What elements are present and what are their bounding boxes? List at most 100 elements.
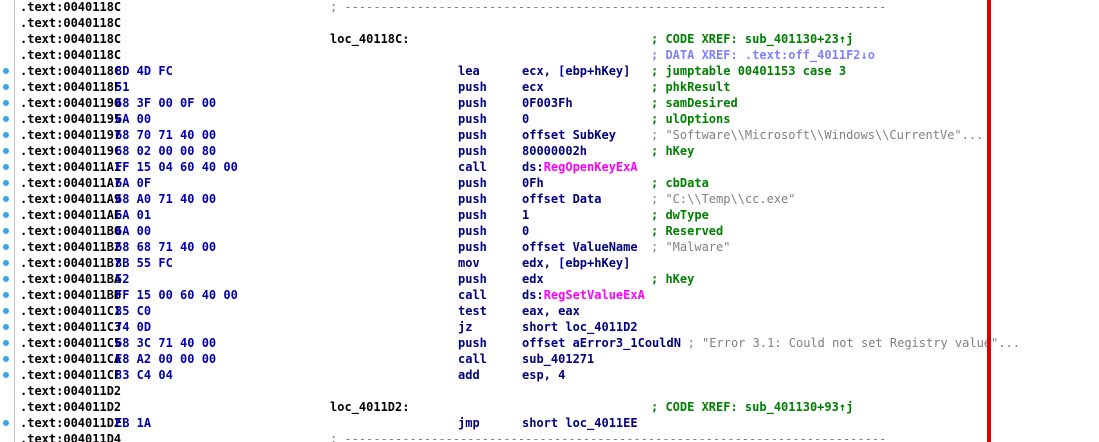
- operands[interactable]: offset ValueName: [522, 239, 638, 255]
- listing-line[interactable]: .text:0040118F 51 push ecx ; phkResult: [0, 79, 1099, 95]
- listing-line[interactable]: .text:004011CF 83 C4 04 add esp, 4: [0, 367, 1099, 383]
- breakpoint-dot-icon[interactable]: [3, 324, 9, 330]
- listing-line[interactable]: .text:004011CA E8 A2 00 00 00 call sub_4012…: [0, 351, 1099, 367]
- mnemonic[interactable]: push: [458, 239, 487, 255]
- operands[interactable]: sub_401271: [522, 351, 594, 367]
- address[interactable]: .text:004011D2: [20, 399, 121, 415]
- breakpoint-dot-icon[interactable]: [3, 116, 9, 122]
- address[interactable]: .text:0040119C: [20, 143, 121, 159]
- listing-line[interactable]: .text:004011A1 FF 15 04 60 40 00 call ds:Re…: [0, 159, 1099, 175]
- mnemonic[interactable]: push: [458, 143, 487, 159]
- code-label[interactable]: loc_40118C:: [330, 31, 409, 47]
- breakpoint-dot-icon[interactable]: [3, 84, 9, 90]
- operands[interactable]: short loc_4011D2: [522, 319, 638, 335]
- operands[interactable]: 0F003Fh: [522, 95, 573, 111]
- breakpoint-dot-icon[interactable]: [3, 260, 9, 266]
- listing-line[interactable]: .text:0040119C 68 02 00 00 80 push 80000002…: [0, 143, 1099, 159]
- address[interactable]: .text:004011AE: [20, 207, 121, 223]
- address[interactable]: .text:0040118C: [20, 47, 121, 63]
- address[interactable]: .text:004011C1: [20, 303, 121, 319]
- breakpoint-dot-icon[interactable]: [3, 132, 9, 138]
- operands[interactable]: offset Data: [522, 191, 601, 207]
- breakpoint-dot-icon[interactable]: [3, 308, 9, 314]
- address[interactable]: .text:004011D4: [20, 431, 121, 442]
- mnemonic[interactable]: push: [458, 191, 487, 207]
- listing-line[interactable]: .text:004011C5 68 3C 71 40 00 push offset a…: [0, 335, 1099, 351]
- listing-line[interactable]: .text:004011B2 68 68 71 40 00 push offset V…: [0, 239, 1099, 255]
- listing-line[interactable]: .text:004011D2 loc_4011D2: ; CODE XREF: su…: [0, 399, 1099, 415]
- listing-line[interactable]: .text:004011D4 ; ------------------------…: [0, 431, 1099, 442]
- mnemonic[interactable]: jz: [458, 319, 472, 335]
- listing-line[interactable]: .text:004011BA 52 push edx ; hKey: [0, 271, 1099, 287]
- listing-line[interactable]: .text:004011C1 85 C0 test eax, eax: [0, 303, 1099, 319]
- operands[interactable]: ecx, [ebp+hKey]: [522, 63, 630, 79]
- address[interactable]: .text:004011D2: [20, 383, 121, 399]
- address[interactable]: .text:00401190: [20, 95, 121, 111]
- breakpoint-dot-icon[interactable]: [3, 164, 9, 170]
- mnemonic[interactable]: push: [458, 271, 487, 287]
- code-label[interactable]: loc_4011D2:: [330, 399, 409, 415]
- address[interactable]: .text:0040118C: [20, 63, 121, 79]
- mnemonic[interactable]: push: [458, 127, 487, 143]
- mnemonic[interactable]: push: [458, 335, 487, 351]
- operands[interactable]: edx: [522, 271, 544, 287]
- listing-line[interactable]: .text:00401197 68 70 71 40 00 push offset S…: [0, 127, 1099, 143]
- address[interactable]: .text:004011D2: [20, 415, 121, 431]
- address[interactable]: .text:004011CA: [20, 351, 121, 367]
- address[interactable]: .text:004011BA: [20, 271, 121, 287]
- listing-line[interactable]: .text:004011BB FF 15 00 60 40 00 call ds:Re…: [0, 287, 1099, 303]
- mnemonic[interactable]: jmp: [458, 415, 480, 431]
- breakpoint-dot-icon[interactable]: [3, 340, 9, 346]
- mnemonic[interactable]: mov: [458, 255, 480, 271]
- listing-line[interactable]: .text:0040118C ; DATA XREF: .text:off_401…: [0, 47, 1099, 63]
- listing-line[interactable]: .text:00401195 6A 00 push 0 ; ulOptions: [0, 111, 1099, 127]
- listing-line[interactable]: .text:004011B7 8B 55 FC mov edx, [ebp+hKey]: [0, 255, 1099, 271]
- address[interactable]: .text:004011A1: [20, 159, 121, 175]
- operands[interactable]: 0Fh: [522, 175, 544, 191]
- breakpoint-dot-icon[interactable]: [3, 372, 9, 378]
- mnemonic[interactable]: push: [458, 175, 487, 191]
- operands[interactable]: edx, [ebp+hKey]: [522, 255, 630, 271]
- breakpoint-dot-icon[interactable]: [3, 244, 9, 250]
- api-name[interactable]: RegSetValueExA: [544, 288, 645, 302]
- listing-line[interactable]: .text:0040118C loc_40118C: ; CODE XREF: su…: [0, 31, 1099, 47]
- address[interactable]: .text:00401197: [20, 127, 121, 143]
- mnemonic[interactable]: add: [458, 367, 480, 383]
- breakpoint-dot-icon[interactable]: [3, 212, 9, 218]
- address[interactable]: .text:004011B2: [20, 239, 121, 255]
- mnemonic[interactable]: push: [458, 223, 487, 239]
- mnemonic[interactable]: push: [458, 111, 487, 127]
- listing-line[interactable]: .text:004011B0 6A 00 push 0 ; Reserved: [0, 223, 1099, 239]
- operands[interactable]: ds:RegSetValueExA: [522, 287, 645, 303]
- listing-line[interactable]: .text:004011A9 68 A0 71 40 00 push offset D…: [0, 191, 1099, 207]
- mnemonic[interactable]: push: [458, 95, 487, 111]
- address[interactable]: .text:004011CF: [20, 367, 121, 383]
- mnemonic[interactable]: push: [458, 207, 487, 223]
- address[interactable]: .text:00401195: [20, 111, 121, 127]
- address[interactable]: .text:004011B7: [20, 255, 121, 271]
- address[interactable]: .text:004011C3: [20, 319, 121, 335]
- breakpoint-dot-icon[interactable]: [3, 100, 9, 106]
- address[interactable]: .text:0040118C: [20, 0, 121, 15]
- listing-line[interactable]: .text:004011A7 6A 0F push 0Fh ; cbData: [0, 175, 1099, 191]
- listing-line[interactable]: .text:00401190 68 3F 00 0F 00 push 0F003Fh;…: [0, 95, 1099, 111]
- operands[interactable]: offset aError3_1CouldN: [522, 335, 681, 351]
- mnemonic[interactable]: call: [458, 287, 487, 303]
- mnemonic[interactable]: push: [458, 79, 487, 95]
- address[interactable]: .text:004011BB: [20, 287, 121, 303]
- listing-line[interactable]: .text:004011D2: [0, 383, 1099, 399]
- address[interactable]: .text:004011B0: [20, 223, 121, 239]
- listing-line[interactable]: .text:0040118C ; ------------------------…: [0, 0, 1099, 15]
- address[interactable]: .text:004011A9: [20, 191, 121, 207]
- breakpoint-dot-icon[interactable]: [3, 180, 9, 186]
- listing-line[interactable]: .text:0040118C: [0, 15, 1099, 31]
- breakpoint-dot-icon[interactable]: [3, 228, 9, 234]
- breakpoint-dot-icon[interactable]: [3, 420, 9, 426]
- mnemonic[interactable]: test: [458, 303, 487, 319]
- operands[interactable]: offset SubKey: [522, 127, 616, 143]
- operands[interactable]: 0: [522, 111, 529, 127]
- listing-line[interactable]: .text:0040118C 8D 4D FC lea ecx, [ebp+hKey]…: [0, 63, 1099, 79]
- operands[interactable]: ds:RegOpenKeyExA: [522, 159, 638, 175]
- operands[interactable]: esp, 4: [522, 367, 565, 383]
- operands[interactable]: 0: [522, 223, 529, 239]
